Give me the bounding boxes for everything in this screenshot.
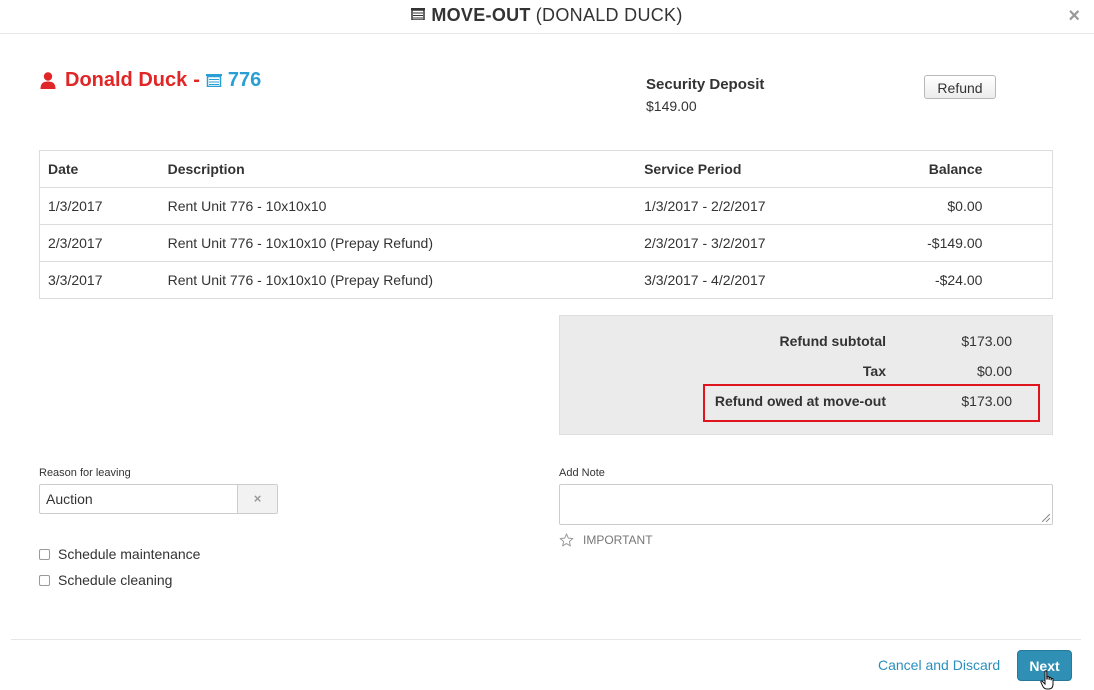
schedule-maintenance-option[interactable]: Schedule maintenance <box>39 546 200 562</box>
cell-date: 1/3/2017 <box>39 187 168 225</box>
column-header-date: Date <box>48 161 79 177</box>
cell-service-period: 1/3/2017 - 2/2/2017 <box>644 187 903 225</box>
tax-row: Tax $0.00 <box>560 363 1054 383</box>
storage-unit-icon <box>411 8 426 20</box>
cell-service-period: 2/3/2017 - 3/2/2017 <box>644 224 903 262</box>
ledger-header-row: Date Description Service Period Balance <box>40 151 1053 188</box>
note-textarea[interactable] <box>559 484 1053 525</box>
hand-pointer-icon <box>1040 670 1054 690</box>
customer-name[interactable]: Donald Duck <box>65 69 187 92</box>
column-header-balance: Balance <box>928 161 983 177</box>
cell-date: 3/3/2017 <box>39 261 168 299</box>
modal-title-sub: (DONALD DUCK) <box>535 5 683 25</box>
cell-description: Rent Unit 776 - 10x10x10 <box>167 187 645 225</box>
schedule-maintenance-checkbox[interactable] <box>39 548 50 560</box>
security-deposit: Security Deposit $149.00 <box>646 76 764 114</box>
refund-totals-panel: Refund subtotal $173.00 Tax $0.00 Refund… <box>559 315 1053 435</box>
modal-title: MOVE-OUT (DONALD DUCK) <box>0 5 1094 26</box>
cell-description: Rent Unit 776 - 10x10x10 (Prepay Refund) <box>167 224 645 262</box>
cell-balance: -$24.00 <box>902 261 983 299</box>
important-label[interactable]: IMPORTANT <box>583 533 653 547</box>
refund-owed-highlight <box>703 384 1040 422</box>
column-header-description: Description <box>167 161 245 177</box>
schedule-cleaning-checkbox[interactable] <box>39 574 50 586</box>
table-row: 2/3/2017 Rent Unit 776 - 10x10x10 (Prepa… <box>39 224 1053 262</box>
clear-icon[interactable]: × <box>237 485 277 513</box>
reason-value[interactable]: Auction <box>40 485 237 513</box>
security-deposit-value: $149.00 <box>646 98 697 114</box>
star-icon[interactable] <box>559 533 574 547</box>
important-toggle[interactable]: IMPORTANT <box>559 533 653 547</box>
customer-separator: - <box>193 69 200 91</box>
customer-heading: Donald Duck - 776 <box>40 69 261 92</box>
schedule-cleaning-label[interactable]: Schedule cleaning <box>58 572 172 588</box>
modal-header: MOVE-OUT (DONALD DUCK) × <box>0 0 1094 34</box>
cancel-and-discard-link[interactable]: Cancel and Discard <box>878 657 1000 673</box>
cell-balance: -$149.00 <box>902 224 983 262</box>
cell-description: Rent Unit 776 - 10x10x10 (Prepay Refund) <box>167 261 645 299</box>
schedule-maintenance-label[interactable]: Schedule maintenance <box>58 546 200 562</box>
reason-select[interactable]: Auction × <box>39 484 278 514</box>
refund-subtotal-label: Refund subtotal <box>779 333 886 349</box>
security-deposit-label: Security Deposit <box>646 76 765 93</box>
column-header-service-period: Service Period <box>644 161 742 177</box>
table-row: 1/3/2017 Rent Unit 776 - 10x10x10 1/3/20… <box>39 187 1053 225</box>
modal-title-main: MOVE-OUT <box>431 5 531 25</box>
cell-date: 2/3/2017 <box>39 224 168 262</box>
footer-divider <box>11 639 1081 640</box>
unit-number[interactable]: 776 <box>228 69 261 92</box>
storage-unit-icon <box>205 74 222 87</box>
table-row: 3/3/2017 Rent Unit 776 - 10x10x10 (Prepa… <box>39 261 1053 299</box>
cell-service-period: 3/3/2017 - 4/2/2017 <box>644 261 903 299</box>
tax-value: $0.00 <box>976 363 1012 379</box>
ledger-table: Date Description Service Period Balance … <box>39 150 1053 299</box>
refund-subtotal-value: $173.00 <box>961 333 1012 349</box>
refund-button[interactable]: Refund <box>924 75 996 99</box>
schedule-cleaning-option[interactable]: Schedule cleaning <box>39 572 172 588</box>
user-icon <box>40 72 56 89</box>
resize-grip-icon[interactable] <box>1042 514 1050 522</box>
refund-subtotal-row: Refund subtotal $173.00 <box>560 333 1054 353</box>
cell-balance: $0.00 <box>902 187 983 225</box>
note-label: Add Note <box>559 467 605 479</box>
reason-label: Reason for leaving <box>39 467 131 479</box>
tax-label: Tax <box>862 363 886 379</box>
close-icon[interactable]: × <box>1068 6 1080 26</box>
